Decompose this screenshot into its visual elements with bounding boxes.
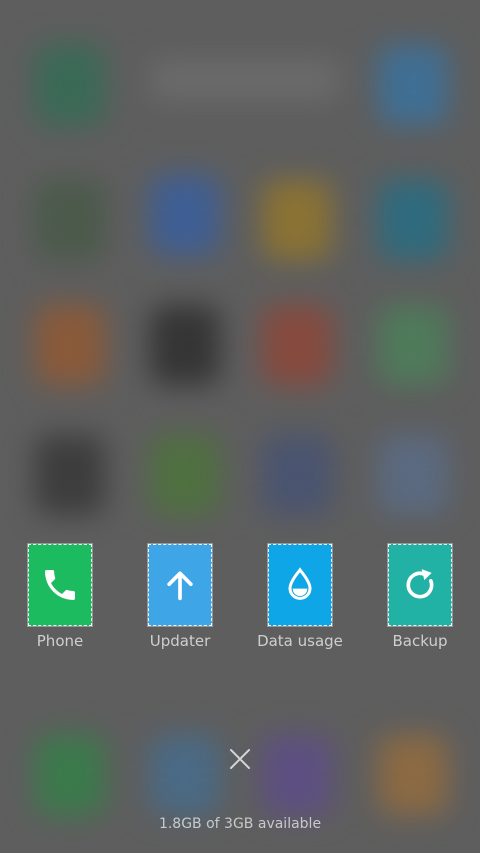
app-card-updater[interactable] bbox=[147, 543, 213, 627]
clear-all-button[interactable] bbox=[222, 741, 258, 777]
app-label-backup: Backup bbox=[392, 632, 448, 650]
blurred-home-screen bbox=[0, 0, 480, 853]
app-label-phone: Phone bbox=[36, 632, 84, 650]
app-label-data-usage: Data usage bbox=[257, 632, 343, 650]
recent-apps-screen: Phone Updater Data usage Backup 1.8GB of… bbox=[0, 0, 480, 853]
refresh-icon bbox=[406, 569, 434, 599]
recent-app-updater[interactable]: Updater bbox=[120, 543, 240, 650]
close-icon bbox=[230, 749, 250, 769]
app-card-backup[interactable] bbox=[387, 543, 453, 627]
arrow-up-icon bbox=[167, 571, 193, 601]
app-card-data-usage[interactable] bbox=[267, 543, 333, 627]
water-drop-icon bbox=[288, 567, 312, 600]
memory-status: 1.8GB of 3GB available bbox=[158, 816, 322, 832]
app-card-phone[interactable] bbox=[27, 543, 93, 627]
phone-icon bbox=[45, 570, 75, 600]
recent-app-data-usage[interactable]: Data usage bbox=[240, 543, 360, 650]
app-label-updater: Updater bbox=[149, 632, 211, 650]
recent-apps-row: Phone Updater Data usage Backup bbox=[0, 543, 480, 664]
recent-app-backup[interactable]: Backup bbox=[360, 543, 480, 650]
recent-app-phone[interactable]: Phone bbox=[0, 543, 120, 650]
